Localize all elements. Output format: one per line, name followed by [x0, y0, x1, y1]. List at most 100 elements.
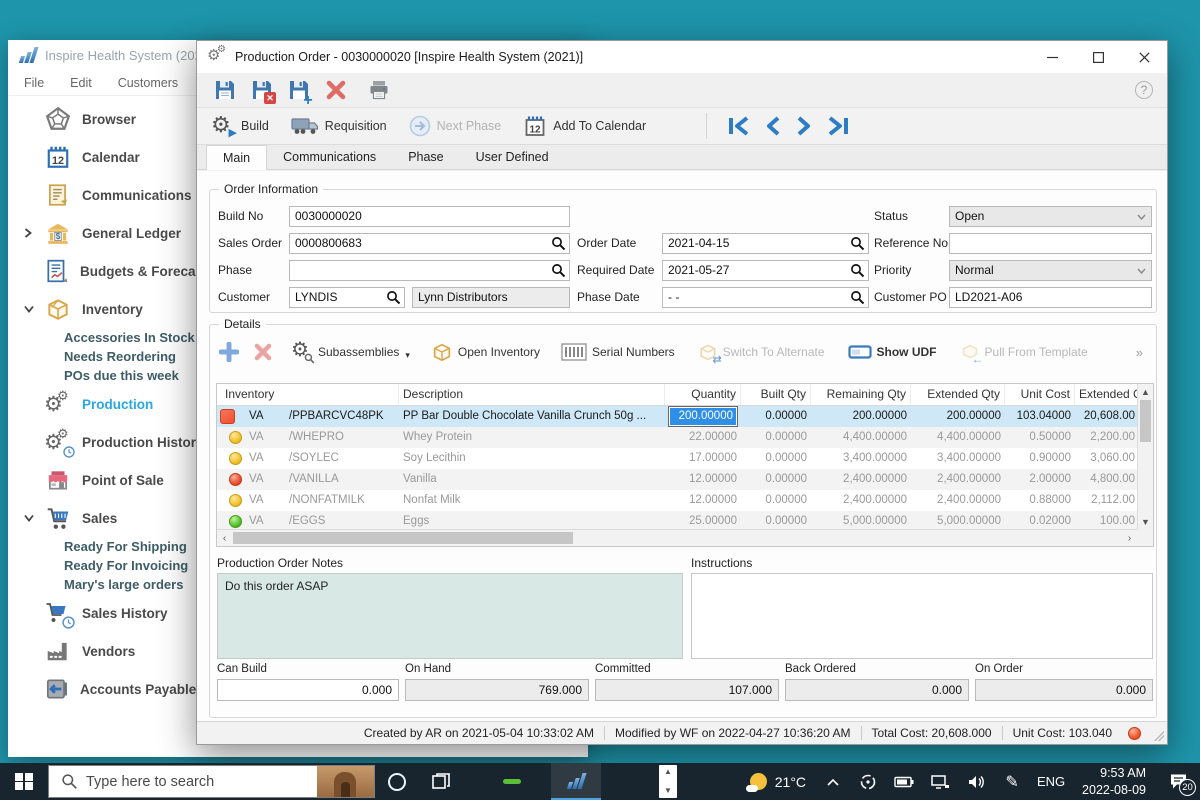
search-input[interactable]: Type here to search ✦ — [48, 765, 375, 798]
meet-now-icon[interactable] — [850, 763, 886, 800]
table-row[interactable]: VA/PPBARCVC48PKPP Bar Double Chocolate V… — [217, 406, 1153, 427]
column-header-extended-cost[interactable]: Extended Cost — [1075, 384, 1139, 405]
scroll-left-icon[interactable]: ‹ — [217, 530, 232, 546]
menu-file[interactable]: File — [24, 76, 44, 90]
delete-icon[interactable] — [324, 78, 348, 102]
order-date-field[interactable]: 2021-04-15 — [662, 233, 869, 254]
search-icon[interactable] — [551, 263, 566, 278]
sidebar-item-point-of-sale[interactable]: Point of Sale — [8, 461, 196, 499]
column-header-built-qty[interactable]: Built Qty — [741, 384, 811, 405]
resize-grip[interactable] — [1154, 731, 1164, 741]
open-inventory-button[interactable]: Open Inventory — [431, 341, 540, 363]
add-line-icon[interactable] — [219, 342, 239, 362]
next-record-icon[interactable] — [795, 115, 813, 137]
maximize-button[interactable] — [1075, 41, 1121, 73]
menu-edit[interactable]: Edit — [70, 76, 92, 90]
search-icon[interactable] — [386, 290, 401, 305]
search-icon[interactable] — [850, 263, 865, 278]
sales-order-field[interactable]: 0000800683 — [289, 233, 570, 254]
sidebar-item-sales[interactable]: Sales — [8, 499, 196, 537]
cortana-icon[interactable] — [375, 763, 419, 800]
can-build-field[interactable]: 0.000 — [217, 679, 399, 701]
clock[interactable]: 9:53 AM 2022-08-09 — [1072, 765, 1156, 798]
customer-code-field[interactable]: LYNDIS — [289, 287, 405, 308]
previous-record-icon[interactable] — [764, 115, 782, 137]
table-row[interactable]: VA/VANILLAVanilla12.000000.000002,400.00… — [217, 469, 1153, 490]
chevron-down-icon[interactable] — [24, 514, 34, 522]
grid-vertical-scrollbar[interactable]: ▲ ▼ — [1137, 384, 1153, 529]
menu-customers[interactable]: Customers — [118, 76, 178, 90]
sidebar-item-needs-reordering[interactable]: Needs Reordering — [8, 347, 196, 366]
customer-po-field[interactable]: LD2021-A06 — [949, 287, 1152, 308]
phase-date-field[interactable]: - - — [662, 287, 869, 308]
toolbar-overflow-icon[interactable]: » — [1136, 345, 1143, 360]
last-record-icon[interactable] — [826, 115, 850, 137]
column-header-description[interactable]: Description — [399, 384, 665, 405]
sidebar-item-ready-for-shipping[interactable]: Ready For Shipping — [8, 537, 196, 556]
sidebar-item-general-ledger[interactable]: $ General Ledger — [8, 214, 196, 252]
network-icon[interactable] — [922, 763, 958, 800]
requisition-button[interactable]: Requisition — [291, 115, 387, 137]
battery-icon[interactable] — [886, 763, 922, 800]
add-to-calendar-button[interactable]: 12 Add To Calendar — [523, 114, 646, 138]
required-date-field[interactable]: 2021-05-27 — [662, 260, 869, 281]
chevron-down-icon[interactable] — [24, 305, 34, 313]
table-row[interactable]: VA/NONFATMILKNonfat Milk12.000000.000002… — [217, 490, 1153, 511]
column-header-inventory[interactable]: Inventory — [217, 384, 399, 405]
weather-widget[interactable]: 21°C — [740, 773, 816, 790]
sidebar-item-production-history[interactable]: ⚙⚙ Production History — [8, 423, 196, 461]
scroll-down-icon[interactable]: ▼ — [664, 787, 672, 795]
serial-numbers-button[interactable]: Serial Numbers — [561, 343, 675, 361]
build-no-field[interactable]: 0030000020 — [289, 206, 570, 227]
tab-communications[interactable]: Communications — [267, 146, 392, 169]
build-button[interactable]: ⚙ ▶ Build — [211, 114, 269, 138]
scroll-down-icon[interactable]: ▼ — [1138, 514, 1153, 529]
save-close-icon[interactable]: ✕ — [250, 78, 274, 102]
scrollbar-thumb[interactable] — [233, 532, 573, 544]
sidebar-item-ready-for-invoicing[interactable]: Ready For Invoicing — [8, 556, 196, 575]
search-highlight-image[interactable]: ✦ — [317, 766, 374, 797]
pen-icon[interactable]: ✎ — [994, 763, 1030, 800]
language-indicator[interactable]: ENG — [1030, 763, 1072, 800]
start-button[interactable] — [0, 763, 48, 800]
sidebar-item-communications[interactable]: Communications — [8, 176, 196, 214]
column-header-extended-qty[interactable]: Extended Qty — [911, 384, 1005, 405]
reference-no-field[interactable] — [949, 233, 1152, 254]
sidebar-item-marys-large-orders[interactable]: Mary's large orders — [8, 575, 196, 594]
switch-to-alternate-button[interactable]: ⇄ Switch To Alternate — [698, 342, 825, 362]
phase-field[interactable] — [289, 260, 570, 281]
sidebar-item-calendar[interactable]: 12 Calendar — [8, 138, 196, 176]
priority-dropdown[interactable]: Normal — [949, 260, 1152, 281]
sidebar-item-accounts-payable[interactable]: Accounts Payable — [8, 670, 196, 708]
print-icon[interactable] — [367, 78, 391, 102]
column-header-quantity[interactable]: Quantity — [665, 384, 741, 405]
show-hidden-icons-button[interactable] — [816, 763, 850, 800]
close-button[interactable] — [1121, 41, 1167, 73]
table-row[interactable]: VA/EGGSEggs25.000000.000005,000.000005,0… — [217, 511, 1153, 530]
scrollbar-thumb[interactable] — [1140, 400, 1151, 442]
pull-from-template-button[interactable]: ← Pull From Template — [960, 344, 1088, 360]
sidebar-item-accessories-in-stock[interactable]: Accessories In Stock — [8, 328, 196, 347]
sidebar-item-budgets-forecasts[interactable]: Budgets & Forecasts — [8, 252, 196, 290]
scroll-up-icon[interactable]: ▲ — [664, 768, 672, 776]
sidebar-item-vendors[interactable]: Vendors — [8, 632, 196, 670]
sidebar-item-pos-due-this-week[interactable]: POs due this week — [8, 366, 196, 385]
table-row[interactable]: VA/SOYLECSoy Lecithin17.000000.000003,40… — [217, 448, 1153, 469]
minimize-button[interactable] — [1029, 41, 1075, 73]
volume-icon[interactable] — [958, 763, 994, 800]
help-icon[interactable]: ? — [1135, 81, 1153, 99]
scroll-up-icon[interactable]: ▲ — [1138, 384, 1153, 399]
scroll-right-icon[interactable]: › — [1122, 530, 1137, 546]
sidebar-item-sales-history[interactable]: Sales History — [8, 594, 196, 632]
tab-phase[interactable]: Phase — [392, 146, 459, 169]
taskbar-app-green[interactable] — [487, 763, 537, 800]
quantity-edit-cell[interactable]: 200.00000 — [669, 407, 737, 426]
task-view-icon[interactable] — [419, 763, 463, 800]
remove-line-icon[interactable] — [254, 343, 272, 361]
search-icon[interactable] — [850, 236, 865, 251]
table-row[interactable]: VA/WHEPROWhey Protein22.000000.000004,40… — [217, 427, 1153, 448]
dialog-titlebar[interactable]: ⚙ ⚙ Production Order - 0030000020 [Inspi… — [197, 41, 1167, 73]
save-icon[interactable] — [213, 78, 237, 102]
chevron-right-icon[interactable] — [24, 228, 32, 238]
first-record-icon[interactable] — [727, 115, 751, 137]
